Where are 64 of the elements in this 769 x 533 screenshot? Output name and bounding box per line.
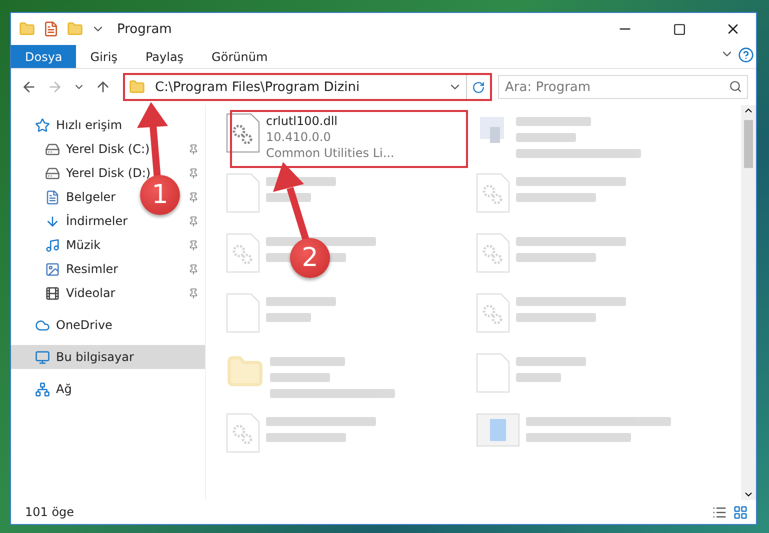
ribbon-tab[interactable]: Giriş [76, 45, 132, 68]
pin-icon[interactable] [188, 168, 199, 178]
network-icon [35, 382, 50, 396]
tiles-view-icon[interactable] [733, 504, 748, 520]
forward-icon[interactable] [47, 79, 63, 95]
window-title: Program [117, 22, 173, 36]
sidebar-item[interactable]: Videolar [66, 286, 116, 300]
help-icon[interactable] [738, 47, 754, 63]
installer-icon [476, 413, 520, 447]
gear-file-icon [226, 413, 260, 453]
sidebar-item[interactable]: OneDrive [56, 318, 112, 332]
blank-file-icon [226, 173, 260, 213]
search-field[interactable]: Ara: Program [498, 75, 748, 99]
gear-file-icon [476, 293, 510, 333]
ribbon-tab[interactable]: Görünüm [198, 45, 282, 68]
sidebar-item[interactable]: Ağ [56, 382, 72, 396]
ribbon-tab[interactable]: Dosya [11, 45, 76, 68]
file-name[interactable]: crlutl100.dll [266, 113, 394, 129]
pin-icon[interactable] [188, 216, 199, 226]
details-view-icon[interactable] [712, 504, 727, 520]
cloud-icon [35, 318, 50, 332]
drive-icon [45, 166, 60, 180]
sidebar-item[interactable]: Belgeler [66, 190, 116, 204]
folder-icon [19, 21, 35, 37]
sidebar-item[interactable]: Yerel Disk (C:) [66, 142, 150, 156]
sidebar-item[interactable]: İndirmeler [66, 214, 128, 228]
picture-icon [45, 262, 60, 276]
sidebar-item[interactable]: Resimler [66, 262, 118, 276]
address-bar[interactable]: C:\Program Files\Program Dizini [123, 73, 492, 101]
up-icon[interactable] [95, 79, 111, 95]
properties-icon[interactable] [43, 21, 59, 37]
sidebar-item[interactable]: Bu bilgisayar [11, 345, 205, 369]
sidebar-item[interactable]: Hızlı erişim [56, 118, 122, 132]
pin-icon[interactable] [188, 240, 199, 250]
music-note-icon [45, 238, 60, 252]
pin-icon[interactable] [188, 264, 199, 274]
blank-file-icon [476, 353, 510, 393]
star-icon [35, 118, 50, 132]
pin-icon[interactable] [188, 192, 199, 202]
refresh-icon[interactable] [472, 80, 485, 94]
pin-icon[interactable] [188, 144, 199, 154]
download-arrow-icon [45, 214, 60, 228]
gear-file-icon [476, 233, 510, 273]
scroll-thumb[interactable] [744, 120, 753, 168]
maximize-icon[interactable] [672, 22, 686, 36]
folder-icon [129, 79, 145, 95]
back-icon[interactable] [21, 79, 37, 95]
ribbon-tab[interactable]: Paylaş [131, 45, 198, 68]
monitor-icon [35, 350, 50, 364]
scrollbar[interactable] [741, 105, 756, 500]
document-icon [45, 190, 60, 204]
gear-file-icon [226, 113, 260, 153]
new-folder-icon[interactable] [67, 21, 83, 37]
gear-file-icon [226, 233, 260, 273]
item-count: 101 öge [25, 505, 76, 519]
film-icon [45, 286, 60, 300]
file-detail: Common Utilities Li... [266, 145, 394, 161]
blank-file-icon [226, 293, 260, 333]
gear-file-icon [476, 173, 510, 213]
file-detail: 10.410.0.0 [266, 129, 332, 145]
sidebar-item[interactable]: Müzik [66, 238, 101, 252]
pin-icon[interactable] [188, 288, 199, 298]
drive-icon [45, 142, 60, 156]
search-icon [729, 80, 742, 93]
